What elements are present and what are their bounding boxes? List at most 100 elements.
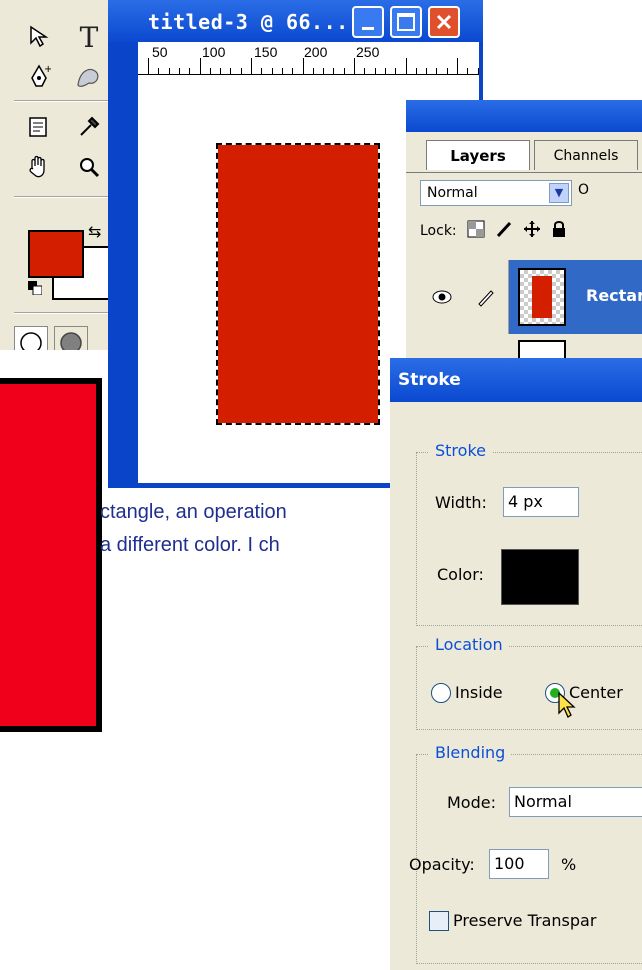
svg-text:+: + (44, 64, 51, 75)
layers-panel-titlebar[interactable] (406, 100, 642, 132)
ruler-tick (312, 68, 314, 74)
layers-tabstrip: Layers Channels (406, 132, 642, 173)
stroke-group: Stroke Width: 4 px Color: (416, 441, 642, 626)
stroke-dialog: Stroke Stroke Width: 4 px Color: Locatio… (390, 358, 642, 970)
ruler-tick (148, 58, 149, 74)
lock-label: Lock: (420, 223, 457, 239)
notes-icon[interactable] (22, 110, 56, 144)
zoom-icon[interactable] (72, 150, 106, 184)
lock-position-move-icon[interactable] (523, 220, 541, 242)
location-group: Location Inside Center (416, 635, 642, 730)
preview-rectangle (0, 378, 102, 732)
layer-name[interactable]: Rectan (586, 286, 642, 305)
ruler-tick (302, 58, 304, 74)
ruler-tick (178, 68, 180, 74)
type-icon[interactable]: T (72, 20, 106, 54)
ruler-tick (467, 68, 469, 74)
lock-all-icon[interactable] (551, 220, 567, 242)
ruler-tick (323, 68, 325, 74)
stroke-color-swatch[interactable] (501, 549, 579, 605)
horizontal-ruler: 50 100 150 200 250 (138, 42, 479, 75)
body-text-line: ctangle, an operation (100, 501, 287, 523)
default-colors-icon[interactable] (28, 280, 43, 296)
minimize-button[interactable] (352, 6, 384, 38)
color-label: Color: (437, 565, 484, 584)
ruler-label: 150 (254, 44, 278, 60)
tab-layers[interactable]: Layers (426, 140, 530, 170)
eye-icon[interactable] (420, 260, 465, 334)
close-button[interactable] (428, 6, 460, 38)
ruler-tick (240, 68, 242, 74)
close-icon (436, 14, 452, 30)
ruler-label: 100 (202, 44, 226, 60)
pen-icon[interactable]: + (22, 60, 56, 94)
ruler-tick (251, 58, 252, 74)
layers-panel: Layers Channels Normal ▼ O Lock: Rectan (406, 100, 642, 380)
ruler-tick (395, 68, 397, 74)
ruler-tick (405, 58, 407, 74)
mode-label: Mode: (447, 793, 496, 812)
brush-icon[interactable] (464, 260, 509, 334)
blend-mode-select[interactable]: Normal ▼ (420, 180, 572, 206)
opacity-input[interactable]: 100 (489, 849, 549, 879)
ruler-tick (384, 68, 386, 74)
hand-icon[interactable] (22, 150, 56, 184)
width-input[interactable]: 4 px (503, 487, 579, 517)
article-body-text: ctangle, an operation a different color.… (100, 496, 420, 562)
swap-colors-icon[interactable]: ⇆ (88, 222, 101, 241)
ruler-tick (415, 68, 417, 74)
lock-transparency-icon[interactable] (467, 220, 485, 242)
ruler-tick (354, 58, 355, 74)
opacity-label-fragment: O (578, 182, 590, 198)
inside-radio[interactable] (431, 683, 451, 703)
eyedropper-icon[interactable] (72, 110, 106, 144)
selected-rectangle-shape[interactable] (216, 143, 380, 425)
mouse-pointer-icon (557, 691, 581, 725)
toolbox-divider (14, 312, 120, 314)
opacity-label: Opacity: (409, 855, 475, 874)
document-title: titled-3 @ 66.... (148, 10, 362, 34)
lock-row: Lock: (420, 218, 567, 244)
foreground-color-swatch[interactable] (28, 230, 84, 278)
ruler-tick (189, 68, 191, 74)
path-selection-icon[interactable] (22, 20, 56, 54)
ruler-tick (220, 68, 222, 74)
mode-select[interactable]: Normal (509, 787, 642, 817)
stroke-dialog-title[interactable]: Stroke (390, 358, 642, 402)
inside-label[interactable]: Inside (455, 683, 503, 702)
custom-shape-icon[interactable] (72, 60, 106, 94)
stroke-group-legend: Stroke (429, 441, 492, 460)
layer-row-selected[interactable]: Rectan (420, 260, 642, 334)
opacity-unit: % (561, 855, 577, 874)
tab-channels[interactable]: Channels (534, 140, 638, 170)
maximize-icon (397, 13, 415, 31)
ruler-tick (343, 68, 345, 74)
ruler-tick (168, 68, 170, 74)
ruler-tick (333, 68, 335, 74)
ruler-tick (209, 68, 211, 74)
body-text-line: a different color. I ch (100, 534, 280, 556)
blending-group-legend: Blending (429, 743, 512, 762)
stroked-rectangle-preview (0, 350, 108, 750)
ruler-label: 200 (304, 44, 328, 60)
width-label: Width: (435, 493, 487, 512)
layer-thumbnail (518, 268, 566, 326)
ruler-label: 250 (356, 44, 380, 60)
ruler-tick (158, 68, 160, 74)
chevron-down-icon[interactable]: ▼ (549, 183, 569, 203)
toolbox-divider (14, 196, 120, 198)
ruler-tick (230, 68, 232, 74)
lock-image-brush-icon[interactable] (495, 220, 513, 242)
ruler-tick (199, 58, 201, 74)
document-titlebar[interactable]: titled-3 @ 66.... (108, 0, 483, 42)
maximize-button[interactable] (390, 6, 422, 38)
minimize-icon (362, 26, 374, 30)
preserve-transparency-label[interactable]: Preserve Transpar (453, 911, 596, 930)
location-group-legend: Location (429, 635, 509, 654)
blending-group: Blending Mode: Normal Opacity: 100 % Pre… (409, 743, 642, 964)
ruler-tick (477, 68, 479, 74)
preserve-transparency-checkbox[interactable] (429, 911, 449, 931)
ruler-tick (292, 68, 294, 74)
toolbox-divider (14, 100, 120, 102)
ruler-tick (271, 68, 273, 74)
